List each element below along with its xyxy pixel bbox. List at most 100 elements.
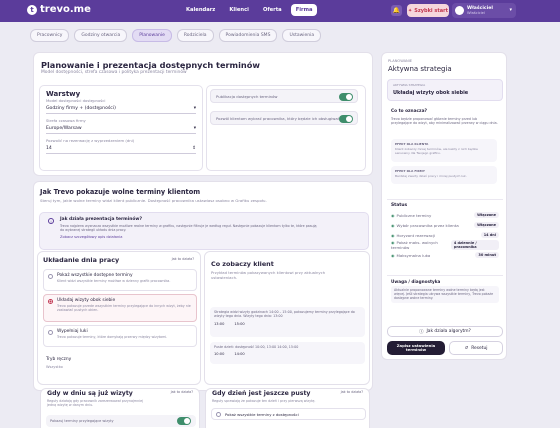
diag-title: Uwaga / diagnostyka: [391, 279, 441, 284]
check-icon: ◉: [391, 232, 395, 238]
timezone-select[interactable]: Europe/Warsaw ▾: [46, 123, 196, 134]
info-box: i Jak działa prezentacja terminów? Trevo…: [39, 212, 369, 250]
status-section: Status ◉ Publiczne terminy Włączone ◉ Wybór…: [387, 199, 503, 261]
same-day-row[interactable]: Pokazuj terminy przylegające wizyty: [46, 415, 196, 427]
chevron-down-icon: ▾: [509, 7, 512, 13]
what-text: Trevo będzie proponować głównie terminy …: [391, 117, 498, 126]
same-day-text: Reguły działają gdy pracownik zarezerwow…: [47, 399, 144, 407]
top-bar: t trevo.me Kalendarz Klienci Oferta Firma…: [0, 0, 560, 22]
radio-all[interactable]: [48, 273, 53, 279]
effect-company: EFEKT DLA FIRMY Bardziej zwarty dzień pr…: [391, 166, 497, 184]
nav-oferta[interactable]: Oferta: [258, 4, 287, 16]
status-title: Status: [391, 203, 408, 208]
page-title: Planowanie i prezentacja dostępnych term…: [41, 60, 260, 70]
page-subtitle: Model dostępności, strefa czasowa i poli…: [41, 70, 187, 75]
nav-firma[interactable]: Firma: [290, 4, 318, 16]
chevron-down-icon: ▾: [193, 105, 196, 111]
same-day-card: Gdy w dniu są już wizyty Jak to działa? …: [40, 388, 200, 428]
option-all[interactable]: Pokaż wszystkie dostępne terminy Klient w…: [43, 269, 197, 291]
adjacent-toggle[interactable]: [177, 417, 191, 425]
algorithm-button[interactable]: ⓘ Jak działa algorytm?: [387, 326, 503, 337]
empty-day-text: Reguły sprawiają że pokazuje ten dzień i…: [212, 399, 316, 403]
check-icon: ◉: [391, 212, 395, 218]
info-title: Jak działa prezentacja terminów?: [60, 217, 143, 222]
manual-value: Wszystko: [46, 365, 63, 369]
tab-planowanie[interactable]: Planowanie: [132, 29, 172, 42]
quick-start-button[interactable]: ✦ Szybki start: [407, 4, 449, 17]
radio-all-slots[interactable]: [216, 411, 221, 417]
slot-chip: 10:00: [214, 352, 225, 356]
tab-rodziciela[interactable]: Rodziciela: [176, 29, 214, 42]
empty-day-title: Gdy dzień jest jeszcze pusty: [212, 390, 311, 397]
tab-sms[interactable]: Powiadomienia SMS: [218, 29, 278, 42]
stat-row: ◉ Maksymalna luka 30 minut: [391, 250, 499, 260]
what-title: Co to oznacza?: [391, 109, 427, 114]
choose-staff-toggle[interactable]: [339, 115, 353, 123]
avatar: [455, 6, 464, 15]
diagnostics-section: Uwaga / diagnostyka Aktualnie proponowan…: [387, 275, 503, 321]
hours-title: Warstwy: [46, 90, 81, 98]
section-label: PLANOWANIE: [388, 59, 413, 63]
diag-text: Aktualnie proponowane terminy wolne term…: [391, 286, 499, 303]
how-subtitle: Steruj tym, jakie wolne terminy widzi kl…: [40, 198, 267, 203]
help-link[interactable]: Jak to działa?: [341, 390, 363, 394]
check-icon: ◉: [391, 222, 395, 228]
user-menu[interactable]: Właściciel Właściciel ▾: [452, 3, 516, 18]
empty-day-row[interactable]: Pokaż wszystkie terminy z dostępności: [211, 408, 366, 420]
active-strategy: Układaj wizyty obok siebie: [393, 90, 469, 96]
tab-ustawienia[interactable]: Ustawienia: [282, 29, 322, 42]
hours-panel: Warstwy Model dostępności dostępności Go…: [39, 85, 203, 171]
tab-pracownicy[interactable]: Pracownicy: [30, 29, 70, 42]
option-adjacent[interactable]: Układaj wizyty obok siebie Trevo pokazuje…: [43, 294, 197, 322]
model-select[interactable]: Godziny firmy + (dostępności) ▾: [46, 103, 196, 114]
chevron-down-icon: ▾: [193, 125, 196, 131]
radio-adjacent[interactable]: [48, 298, 53, 304]
same-day-title: Gdy w dniu są już wizyty: [47, 390, 133, 397]
preview-day-busy: Strategia widzi wizyty godzinach 14:00 –…: [210, 307, 365, 337]
help-icon: ⓘ: [419, 329, 424, 335]
how-title: Jak Trevo pokazuje wolne terminy kliento…: [40, 188, 201, 196]
slot-chip: 13:00: [214, 321, 225, 326]
layout-card: Układanie dnia pracy Jak to działa? Poka…: [37, 251, 201, 385]
info-link[interactable]: Zobacz szczegółowy opis działania: [60, 235, 362, 239]
main-nav: Kalendarz Klienci Oferta Firma: [181, 4, 318, 16]
slot-chip: 14:00: [234, 352, 245, 356]
empty-day-card: Gdy dzień jest jeszcze pusty Jak to dzia…: [205, 388, 370, 428]
preview-subtitle: Przykład terminów pokazywanych klientowi…: [211, 270, 326, 280]
bell-icon[interactable]: 🔔: [391, 5, 402, 16]
toggle-choose-staff[interactable]: Pozwól klientom wybrać pracownika, który…: [210, 111, 358, 125]
check-icon: ◉: [391, 252, 395, 258]
preview-title: Co zobaczy klient: [211, 260, 274, 268]
logo[interactable]: t trevo.me: [27, 4, 91, 15]
stat-row: ◉ Publiczne terminy Włączone: [391, 210, 499, 220]
manual-label: Tryb ręczny: [46, 357, 72, 362]
help-link[interactable]: Jak to działa?: [171, 390, 193, 394]
radio-gaps[interactable]: [48, 329, 53, 335]
stepper-icon[interactable]: ⇕: [192, 146, 196, 151]
help-link[interactable]: Jak to działa?: [172, 257, 194, 261]
stat-row: ◉ Horyzont rezerwacji 14 dni: [391, 230, 499, 240]
slot-chip: 15:00: [234, 321, 245, 326]
toggle-public-slots[interactable]: Publikacja dostępnych terminów: [210, 89, 358, 103]
stat-row: ◉ Pokaż maks. wolnych terminów 4 dziennie …: [391, 240, 499, 250]
info-text: Trevo najpierw wyznacza wszystkie możliw…: [60, 224, 317, 233]
strategy-title: Aktywna strategia: [388, 65, 452, 73]
active-strategy-box: AKTYWNA STRATEGIA Układaj wizyty obok si…: [387, 79, 503, 101]
horizon-input[interactable]: 14 ⇕: [46, 143, 196, 154]
tab-godziny[interactable]: Godziny otwarcia: [74, 29, 128, 42]
settings-tabs: Pracownicy Godziny otwarcia Planowanie R…: [30, 29, 322, 42]
public-slots-toggle[interactable]: [339, 93, 353, 101]
strategy-panel: PLANOWANIE Aktywna strategia AKTYWNA STR…: [381, 52, 507, 360]
save-button[interactable]: Zapisz ustawienia terminów: [387, 341, 445, 355]
effect-client: EFEKT DLA KLIENTA Klient zobaczy mniej t…: [391, 139, 497, 162]
preview-day-empty: Puste dzień: dostępność 10:00, 13:00 14:…: [210, 342, 365, 364]
layout-title: Układanie dnia pracy: [43, 256, 120, 264]
nav-klienci[interactable]: Klienci: [224, 4, 254, 16]
stat-row: ◉ Wybór pracownika przez klienta Włączone: [391, 220, 499, 230]
nav-kalendarz[interactable]: Kalendarz: [181, 4, 220, 16]
info-icon: i: [48, 218, 54, 224]
option-gaps[interactable]: Wypełniaj luki Trevo pokazuje terminy, kt…: [43, 325, 197, 347]
logo-icon: t: [27, 4, 37, 15]
rocket-icon: ✦: [408, 7, 413, 14]
reset-button[interactable]: ↺ Resetuj: [449, 341, 503, 355]
